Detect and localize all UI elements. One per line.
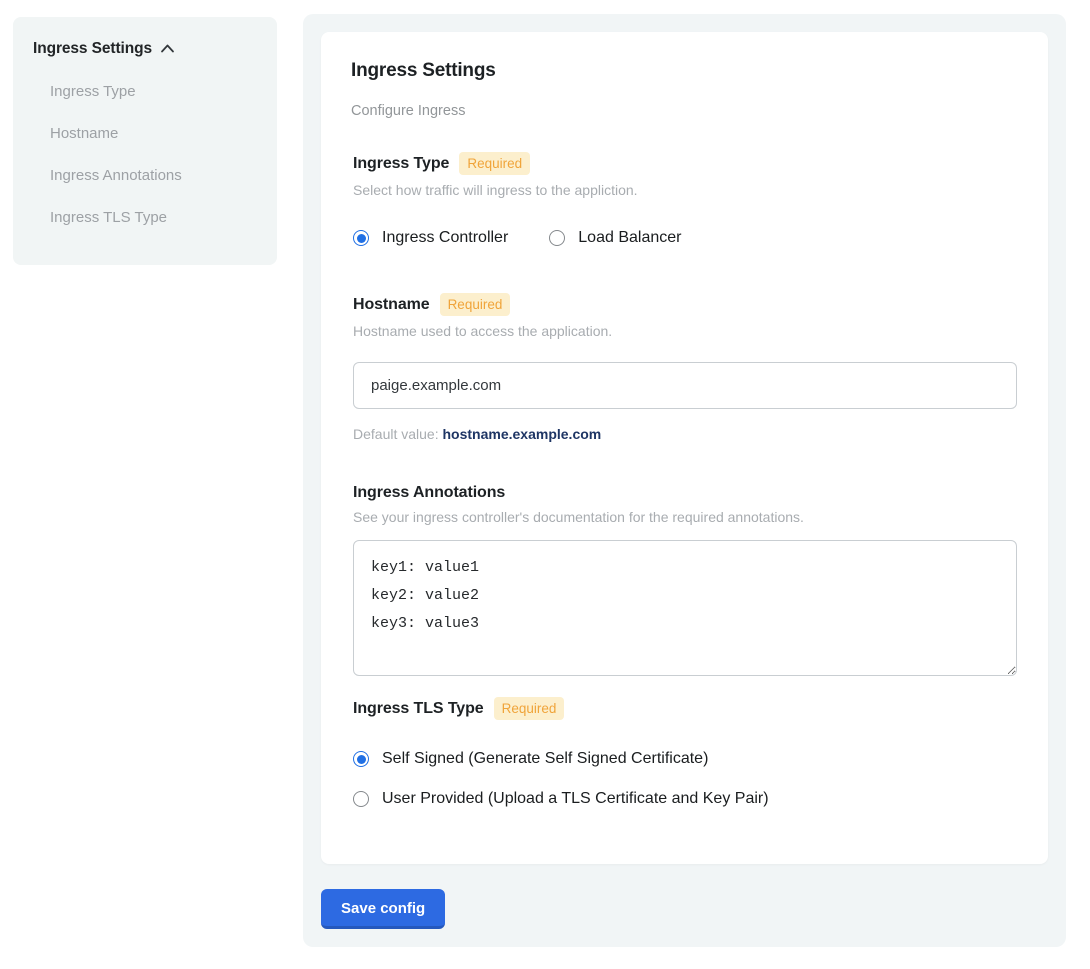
ingress-type-label: Ingress Type [353,155,449,173]
hostname-label: Hostname [353,296,430,314]
default-value-text: hostname.example.com [443,426,602,442]
required-badge: Required [459,152,530,175]
ingress-tls-type-section: Ingress TLS Type Required Self Signed (G… [353,697,1018,808]
radio-unselected-icon[interactable] [549,230,565,246]
sidebar-item-ingress-tls-type[interactable]: Ingress TLS Type [50,209,257,226]
radio-label: Load Balancer [578,229,681,247]
ingress-settings-panel: Ingress Settings Configure Ingress Ingre… [303,14,1066,947]
radio-option-load-balancer[interactable]: Load Balancer [549,229,681,247]
save-config-button[interactable]: Save config [321,889,445,929]
ingress-annotations-section: Ingress Annotations See your ingress con… [353,484,1018,676]
hostname-section: Hostname Required Hostname used to acces… [353,293,1018,442]
ingress-annotations-textarea[interactable]: key1: value1 key2: value2 key3: value3 [353,540,1017,676]
sidebar-item-ingress-type[interactable]: Ingress Type [50,83,257,100]
ingress-annotations-label: Ingress Annotations [353,484,505,502]
radio-unselected-icon[interactable] [353,791,369,807]
page-subtitle: Configure Ingress [351,103,1018,119]
ingress-settings-card: Ingress Settings Configure Ingress Ingre… [321,32,1048,864]
radio-option-user-provided[interactable]: User Provided (Upload a TLS Certificate … [353,790,1018,808]
hostname-description: Hostname used to access the application. [353,323,1018,339]
chevron-up-icon [160,41,175,59]
radio-label: User Provided (Upload a TLS Certificate … [382,790,769,808]
required-badge: Required [494,697,565,720]
ingress-type-radio-group: Ingress Controller Load Balancer [353,229,1018,247]
default-value-label: Default value: [353,426,439,442]
ingress-annotations-description: See your ingress controller's documentat… [353,509,1018,525]
ingress-settings-sidebar: Ingress Settings Ingress Type Hostname I… [13,17,277,265]
sidebar-item-ingress-annotations[interactable]: Ingress Annotations [50,167,257,184]
required-badge: Required [440,293,511,316]
hostname-default-line: Default value: hostname.example.com [353,426,1018,442]
ingress-type-description: Select how traffic will ingress to the a… [353,182,1018,198]
page-title: Ingress Settings [351,60,1018,82]
hostname-input[interactable] [353,362,1017,409]
ingress-type-section: Ingress Type Required Select how traffic… [353,152,1018,247]
sidebar-item-list: Ingress Type Hostname Ingress Annotation… [33,83,257,226]
radio-option-ingress-controller[interactable]: Ingress Controller [353,229,508,247]
sidebar-section-title: Ingress Settings [33,40,152,58]
sidebar-item-hostname[interactable]: Hostname [50,125,257,142]
radio-selected-icon[interactable] [353,751,369,767]
ingress-tls-type-label: Ingress TLS Type [353,700,484,718]
radio-option-self-signed[interactable]: Self Signed (Generate Self Signed Certif… [353,750,1018,768]
radio-label: Ingress Controller [382,229,508,247]
sidebar-section-toggle[interactable]: Ingress Settings [33,39,257,59]
ingress-tls-type-radio-group: Self Signed (Generate Self Signed Certif… [353,750,1018,808]
radio-label: Self Signed (Generate Self Signed Certif… [382,750,708,768]
radio-selected-icon[interactable] [353,230,369,246]
